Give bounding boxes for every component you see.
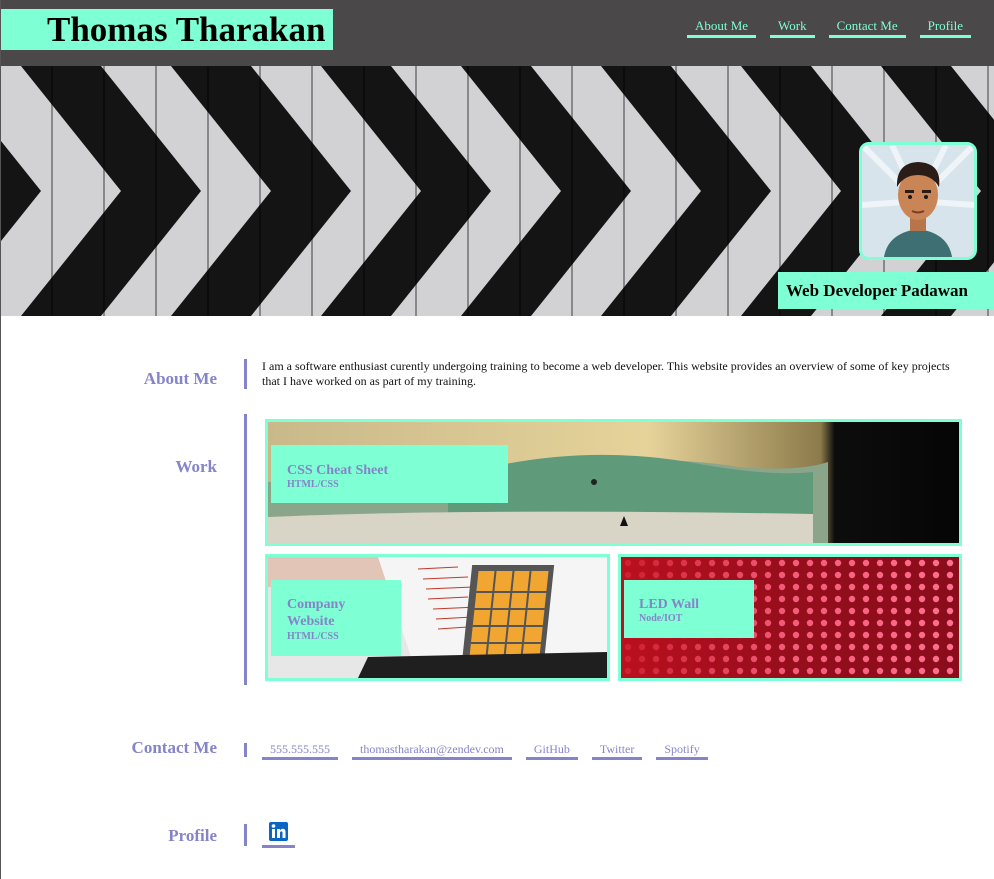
contact-spotify-link[interactable]: Spotify xyxy=(656,742,708,760)
contact-github-link[interactable]: GitHub xyxy=(525,742,578,760)
tagline: Web Developer Padawan xyxy=(786,281,968,300)
nav-contact-me[interactable]: Contact Me xyxy=(828,18,906,38)
contact-phone-link[interactable]: 555.555.555 xyxy=(262,742,338,760)
linkedin-link[interactable] xyxy=(262,822,295,848)
about-text: I am a software enthusiast curently unde… xyxy=(262,359,950,388)
work-heading: Work xyxy=(175,457,217,476)
nav-about-me[interactable]: About Me xyxy=(686,18,757,38)
top-header: Thomas Tharakan About Me Work Contact Me… xyxy=(1,0,994,66)
tagline-box: Web Developer Padawan xyxy=(778,272,994,309)
project-label-led-wall: LED Wall Node/IOT xyxy=(624,580,754,638)
about-heading: About Me xyxy=(143,369,217,388)
avatar-illustration xyxy=(862,145,974,257)
about-divider xyxy=(244,359,247,389)
project-label-company-website: Company Website HTML/CSS xyxy=(271,580,401,656)
site-title: Thomas Tharakan xyxy=(47,10,326,49)
nav-work[interactable]: Work xyxy=(770,18,815,38)
nav-profile[interactable]: Profile xyxy=(919,18,971,38)
main-nav: About Me Work Contact Me Profile xyxy=(686,18,971,38)
contact-email-link[interactable]: thomastharakan@zendev.com xyxy=(352,742,512,760)
project-tech: HTML/CSS xyxy=(287,631,339,642)
project-title: Company Website xyxy=(287,597,346,629)
profile-heading: Profile xyxy=(168,826,217,845)
avatar xyxy=(859,142,977,260)
site-title-box: Thomas Tharakan xyxy=(1,9,333,50)
project-tech: HTML/CSS xyxy=(287,479,339,490)
project-title: CSS Cheat Sheet xyxy=(287,463,389,478)
linkedin-icon xyxy=(269,822,288,841)
contact-divider xyxy=(244,743,247,757)
hero-banner: Web Developer Padawan xyxy=(1,66,994,316)
profile-divider xyxy=(244,824,247,846)
contact-heading: Contact Me xyxy=(131,738,217,757)
project-tile-company-website[interactable]: Company Website HTML/CSS xyxy=(265,554,610,681)
work-divider xyxy=(244,414,247,685)
project-label-css-cheat-sheet: CSS Cheat Sheet HTML/CSS xyxy=(271,445,508,503)
project-title: LED Wall xyxy=(639,597,700,612)
contact-links: 555.555.555 thomastharakan@zendev.com Gi… xyxy=(262,742,708,760)
contact-twitter-link[interactable]: Twitter xyxy=(591,742,643,760)
project-tech: Node/IOT xyxy=(639,613,683,624)
project-tile-led-wall[interactable]: LED Wall Node/IOT xyxy=(618,554,962,681)
project-tile-css-cheat-sheet[interactable]: CSS Cheat Sheet HTML/CSS xyxy=(265,419,962,546)
